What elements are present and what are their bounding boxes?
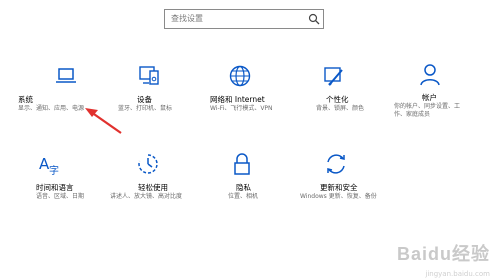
watermark-url: jingyan.baidu.com: [425, 270, 490, 278]
tile-desc: 你的帐户、同步设置、工作、家庭成员: [394, 103, 461, 118]
tile-network[interactable]: 网络和 Internet Wi-Fi、飞行模式、VPN: [210, 64, 306, 126]
svg-text:字: 字: [49, 164, 59, 176]
tile-title: 网络和 Internet: [210, 95, 265, 104]
update-icon: [327, 154, 345, 174]
tile-desc: 讲述人、放大镜、高对比度: [110, 193, 183, 200]
tile-accounts[interactable]: 帐户 你的帐户、同步设置、工作、家庭成员: [394, 62, 494, 124]
devices-icon: [139, 66, 159, 85]
lock-icon: [234, 153, 250, 175]
globe-icon: [229, 65, 251, 87]
person-icon: [420, 64, 440, 86]
tile-title: 设备: [137, 95, 152, 104]
tile-title: 时间和语言: [36, 183, 74, 192]
tile-update-security[interactable]: 更新和安全 Windows 更新、恢复、备份: [300, 152, 410, 214]
ease-of-access-icon: [138, 154, 158, 174]
tile-desc: Windows 更新、恢复、备份: [300, 193, 377, 200]
tile-title: 个性化: [326, 95, 349, 104]
tile-devices[interactable]: 设备 蓝牙、打印机、鼠标: [110, 64, 206, 126]
tile-title: 轻松使用: [138, 183, 168, 192]
tile-desc: 蓝牙、打印机、鼠标: [118, 105, 173, 112]
laptop-icon: [56, 68, 76, 83]
watermark-logo: Baidu经验: [396, 244, 490, 264]
tile-ease-of-access[interactable]: 轻松使用 讲述人、放大镜、高对比度: [110, 152, 206, 214]
tile-desc: 语音、区域、日期: [36, 193, 85, 200]
tile-title: 帐户: [422, 93, 437, 102]
search-input[interactable]: 查找设置: [164, 9, 324, 29]
tile-desc: 背景、锁屏、颜色: [316, 105, 365, 112]
search-placeholder: 查找设置: [171, 14, 203, 23]
annotation-arrow: [85, 108, 122, 134]
tile-system[interactable]: 系统 显示、通知、应用、电源: [18, 64, 114, 126]
tile-desc: Wi-Fi、飞行模式、VPN: [210, 105, 273, 112]
paint-icon: [324, 67, 343, 86]
search-icon[interactable]: [308, 13, 320, 25]
time-language-icon: A 字: [39, 155, 59, 176]
tile-desc: 位置、相机: [228, 193, 259, 200]
tile-title: 更新和安全: [320, 183, 358, 192]
tile-desc: 显示、通知、应用、电源: [18, 105, 85, 112]
tile-title: 隐私: [236, 183, 251, 192]
tile-title: 系统: [18, 95, 33, 104]
